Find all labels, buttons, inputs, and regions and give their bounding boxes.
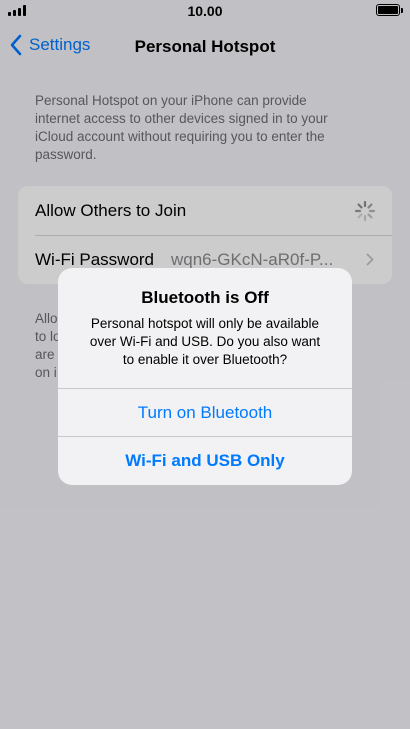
alert-message: Personal hotspot will only be available … [74,315,336,369]
wifi-and-usb-only-button[interactable]: Wi-Fi and USB Only [58,437,352,485]
alert-message-line: Personal hotspot will only be available [90,316,320,331]
alert-message-line: to enable it over Bluetooth? [122,352,288,367]
bluetooth-off-alert: Bluetooth is Off Personal hotspot will o… [58,268,352,485]
turn-on-bluetooth-button[interactable]: Turn on Bluetooth [58,389,352,437]
alert-title: Bluetooth is Off [141,288,269,307]
alert-message-line: over Wi-Fi and USB. Do you also want [89,334,321,349]
